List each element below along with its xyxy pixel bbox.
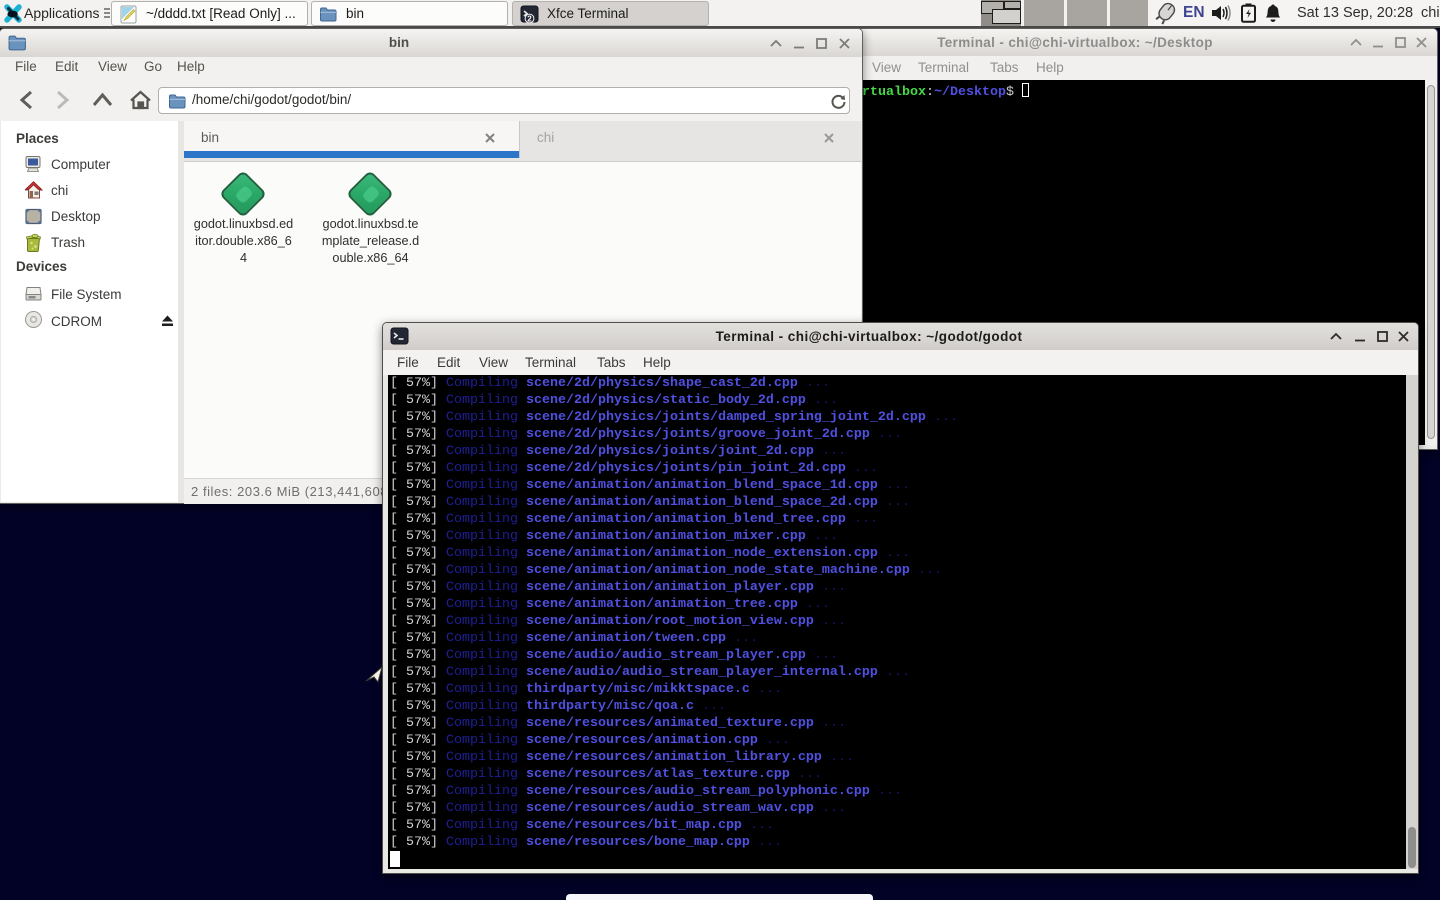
svg-text:2: 2 [527, 15, 532, 24]
